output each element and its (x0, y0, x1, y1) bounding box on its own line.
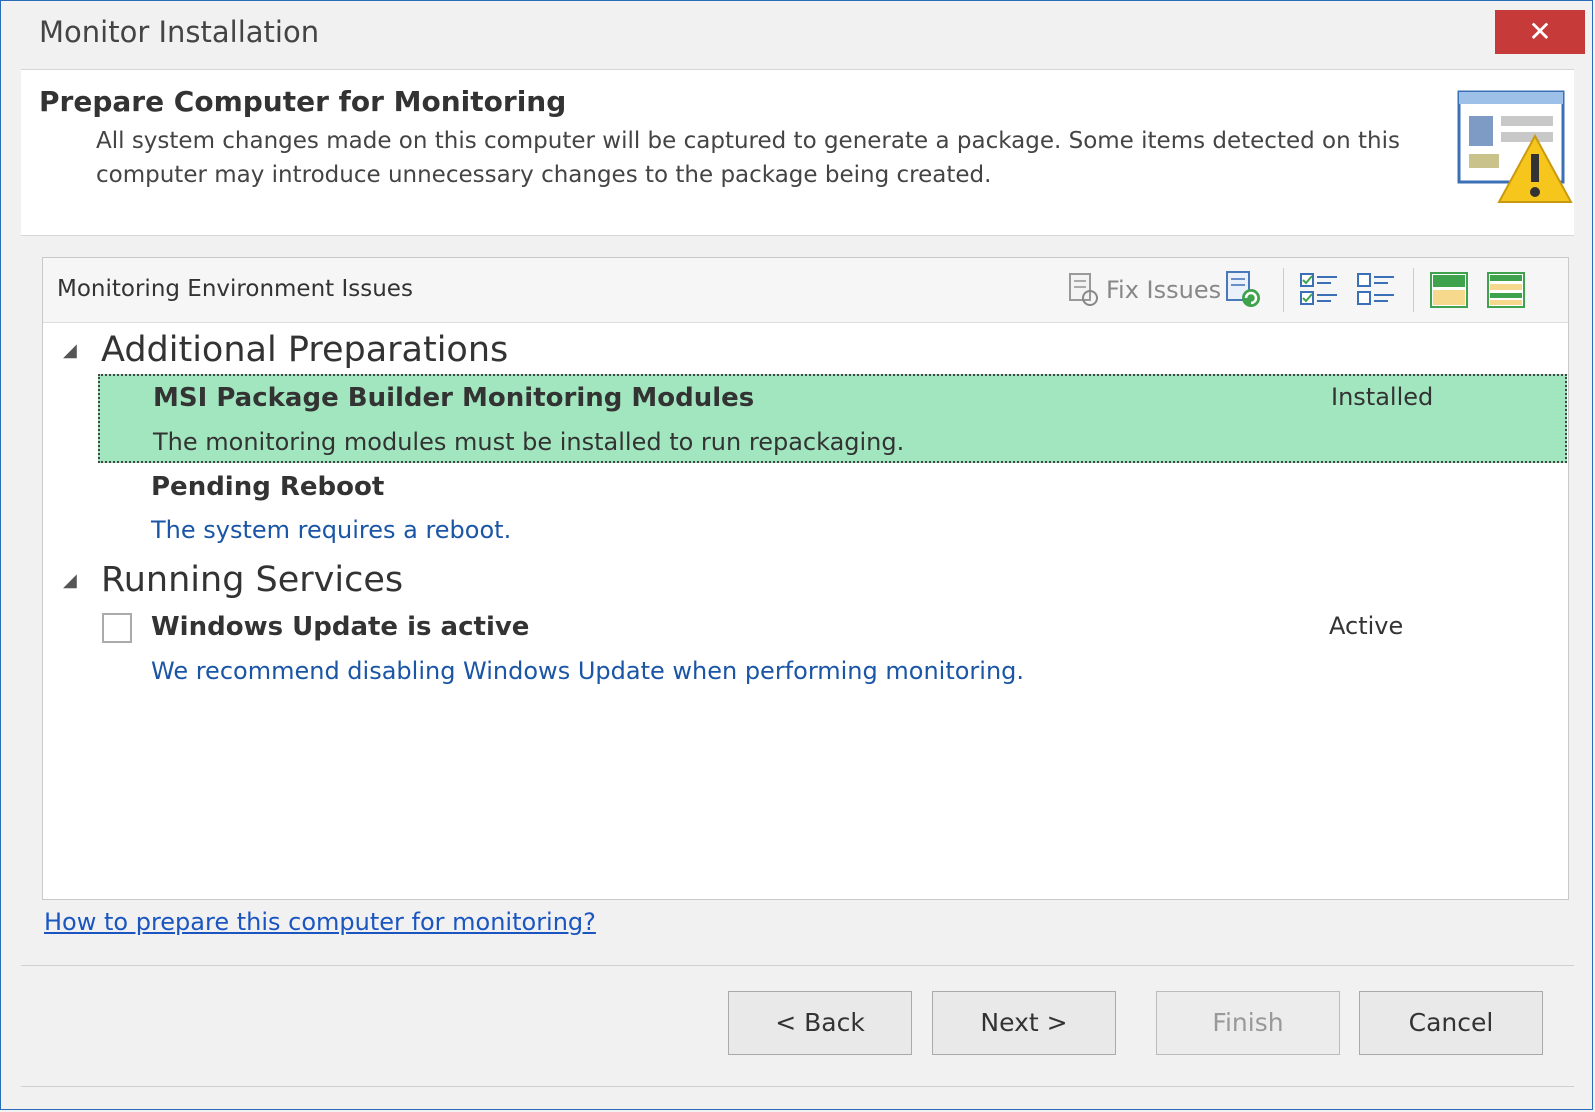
item-title: Windows Update is active (151, 612, 530, 642)
toolbar-separator (1283, 268, 1284, 312)
list-item-pending-reboot[interactable]: Pending Reboot The system requires a reb… (98, 464, 1567, 552)
group-label: Running Services (101, 560, 404, 600)
back-button[interactable]: < Back (728, 991, 912, 1055)
help-link[interactable]: How to prepare this computer for monitor… (44, 908, 596, 936)
window-warning-icon (1457, 90, 1573, 203)
expand-view-icon[interactable] (1429, 270, 1469, 310)
list-item-windows-update[interactable]: Windows Update is active Active We recom… (98, 605, 1567, 695)
wizard-header: Prepare Computer for Monitoring All syst… (21, 69, 1574, 236)
issues-panel: Monitoring Environment Issues Fix Issues (42, 257, 1569, 900)
item-title: Pending Reboot (151, 472, 385, 502)
window-title: Monitor Installation (39, 15, 320, 49)
toolbar-separator (1413, 268, 1414, 312)
refresh-icon[interactable] (1223, 270, 1263, 310)
finish-button[interactable]: Finish (1156, 991, 1340, 1055)
list-item-monitoring-modules[interactable]: MSI Package Builder Monitoring Modules I… (98, 374, 1567, 463)
page-title: Prepare Computer for Monitoring (39, 85, 567, 118)
windows-update-checkbox[interactable] (102, 613, 132, 643)
fix-issues-icon (1069, 273, 1098, 306)
group-label: Additional Preparations (101, 330, 509, 370)
panel-toolbar: Monitoring Environment Issues Fix Issues (43, 258, 1568, 323)
fix-issues-label: Fix Issues (1106, 276, 1222, 304)
item-description: The system requires a reboot. (151, 516, 512, 544)
item-status: Active (1329, 612, 1404, 640)
collapse-view-icon[interactable] (1486, 270, 1526, 310)
page-description: All system changes made on this computer… (96, 128, 1400, 188)
item-title: MSI Package Builder Monitoring Modules (153, 383, 755, 413)
close-button[interactable]: ✕ (1495, 10, 1585, 54)
fix-issues-button[interactable]: Fix Issues (1068, 272, 1221, 308)
monitor-installation-dialog: Monitor Installation ✕ Prepare Computer … (0, 0, 1593, 1110)
collapse-arrow-icon[interactable]: ◢ (63, 340, 101, 361)
item-description: The monitoring modules must be installed… (153, 428, 905, 456)
check-all-icon[interactable] (1299, 270, 1339, 310)
panel-title: Monitoring Environment Issues (57, 276, 413, 302)
group-additional-preparations[interactable]: ◢ Additional Preparations (63, 330, 508, 370)
next-button[interactable]: Next > (932, 991, 1116, 1055)
item-description: We recommend disabling Windows Update wh… (151, 657, 1025, 685)
collapse-arrow-icon[interactable]: ◢ (63, 570, 101, 591)
cancel-button[interactable]: Cancel (1359, 991, 1543, 1055)
uncheck-all-icon[interactable] (1356, 270, 1396, 310)
title-bar: Monitor Installation ✕ (1, 1, 1592, 63)
group-running-services[interactable]: ◢ Running Services (63, 560, 403, 600)
item-status: Installed (1331, 383, 1434, 411)
